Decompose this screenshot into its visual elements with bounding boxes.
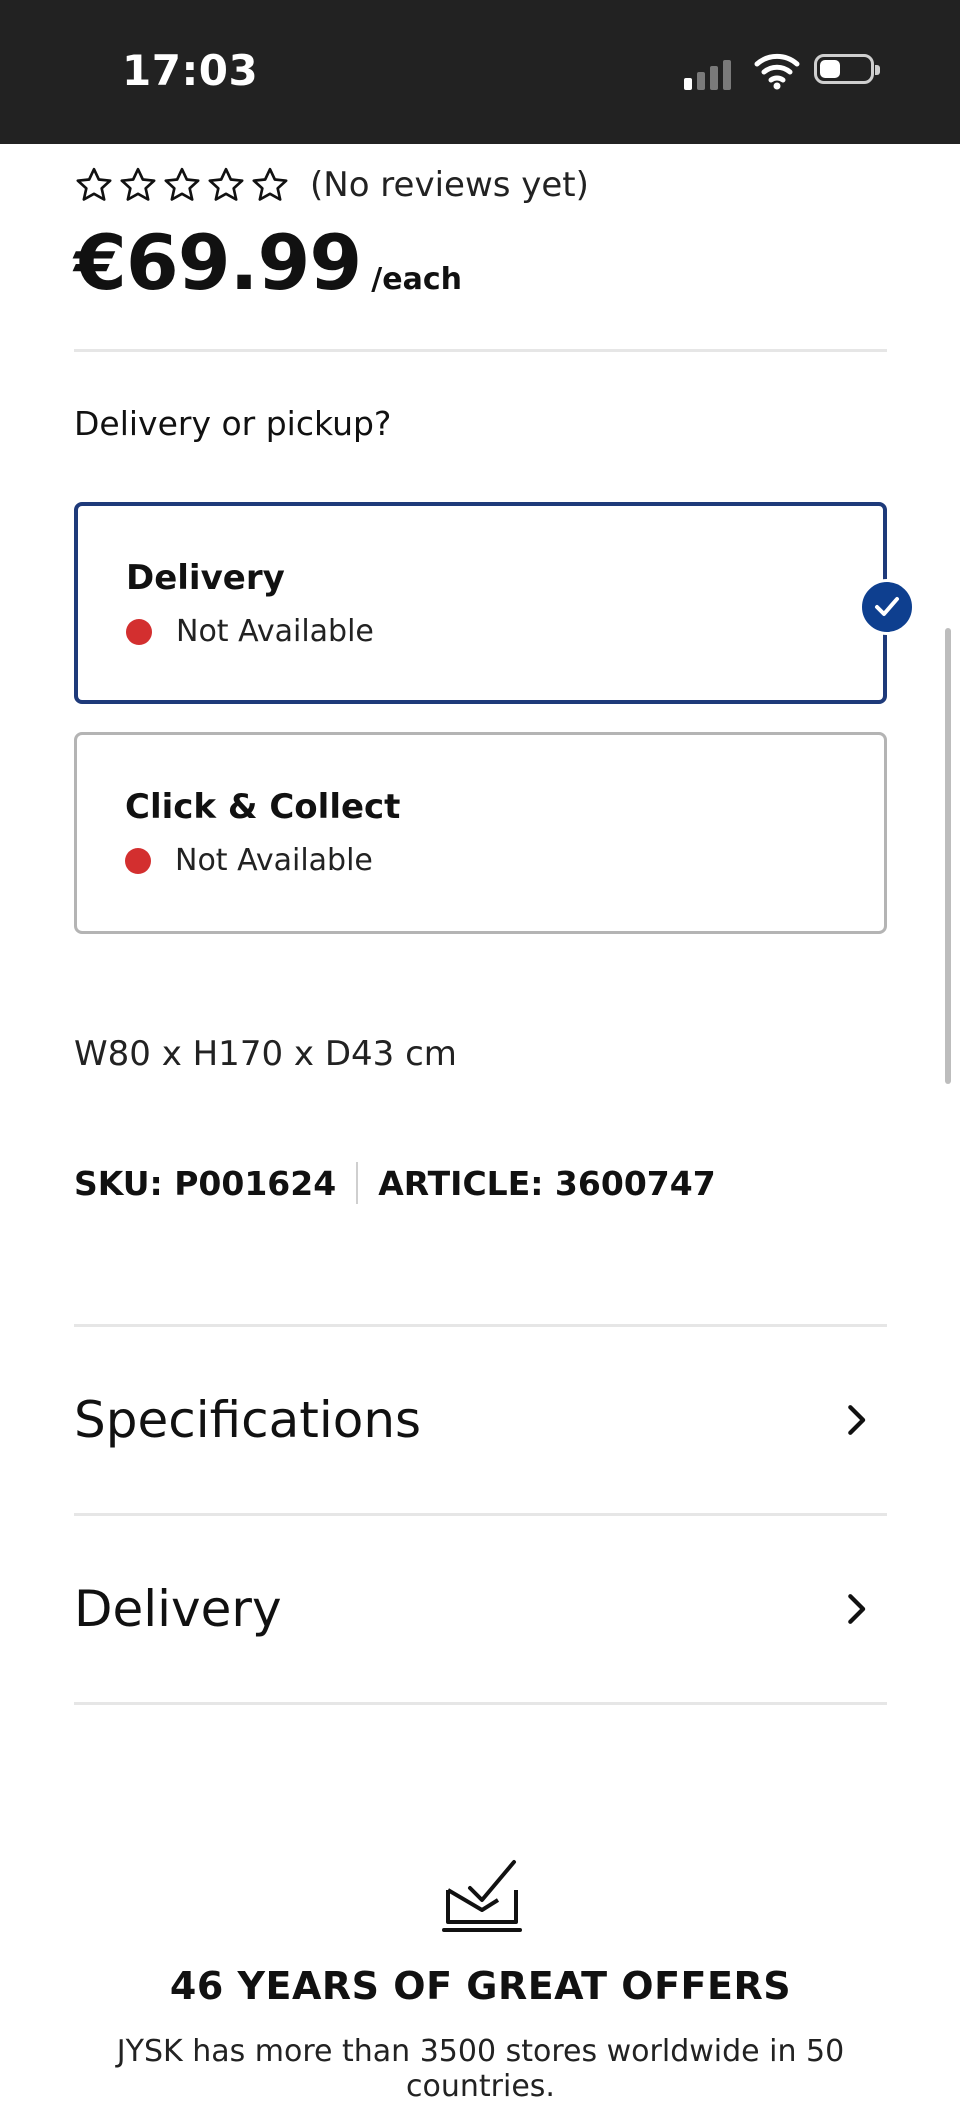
footer-text: JYSK has more than 3500 stores worldwide…	[116, 2034, 845, 2104]
cellular-signal-icon	[684, 60, 731, 90]
price-row: €69.99 /each	[74, 218, 462, 307]
price-unit: /each	[371, 262, 462, 297]
product-dimensions: W80 x H170 x D43 cm	[74, 1034, 457, 1074]
delivery-accordion[interactable]: Delivery	[74, 1516, 887, 1702]
footer-heading: 46 YEARS OF GREAT OFFERS	[169, 1964, 792, 2008]
status-time: 17:03	[122, 46, 259, 95]
fulfillment-question: Delivery or pickup?	[74, 404, 392, 443]
selected-check-icon	[859, 579, 915, 635]
star-icon	[76, 167, 112, 201]
option-title: Click & Collect	[125, 787, 401, 827]
sku-text: SKU: P001624	[74, 1163, 337, 1203]
star-icon	[252, 167, 288, 201]
chevron-right-icon	[848, 1405, 866, 1435]
article-text: ARTICLE: 3600747	[378, 1163, 716, 1203]
click-collect-option-card[interactable]: Click & Collect Not Available	[74, 732, 887, 934]
star-icon	[208, 167, 244, 201]
star-icon	[120, 167, 156, 201]
product-price: €69.99	[74, 218, 362, 307]
chevron-right-icon	[848, 1594, 866, 1624]
wifi-icon	[754, 53, 800, 90]
option-title: Delivery	[126, 558, 285, 598]
divider	[74, 349, 887, 352]
star-rating	[74, 165, 290, 205]
option-availability: Not Available	[126, 614, 374, 649]
delivery-option-card[interactable]: Delivery Not Available	[74, 502, 915, 704]
availability-text: Not Available	[176, 614, 374, 649]
accordion-label: Delivery	[74, 1580, 282, 1638]
rating-row[interactable]: (No reviews yet)	[74, 162, 589, 208]
status-icons	[684, 50, 884, 90]
star-icon	[164, 167, 200, 201]
reviews-count-text: (No reviews yet)	[310, 165, 589, 205]
sku-article-row: SKU: P001624 ARTICLE: 3600747	[74, 1162, 716, 1204]
divider	[74, 1702, 887, 1705]
unavailable-dot-icon	[125, 847, 151, 874]
availability-text: Not Available	[175, 843, 373, 878]
option-availability: Not Available	[125, 843, 373, 878]
battery-icon	[814, 54, 880, 84]
great-offers-icon	[442, 1860, 522, 1932]
status-bar: 17:03	[0, 0, 960, 144]
separator	[356, 1162, 359, 1204]
scrollbar[interactable]	[945, 628, 951, 1084]
specifications-accordion[interactable]: Specifications	[74, 1327, 887, 1513]
unavailable-dot-icon	[126, 618, 152, 645]
accordion-label: Specifications	[74, 1391, 422, 1449]
